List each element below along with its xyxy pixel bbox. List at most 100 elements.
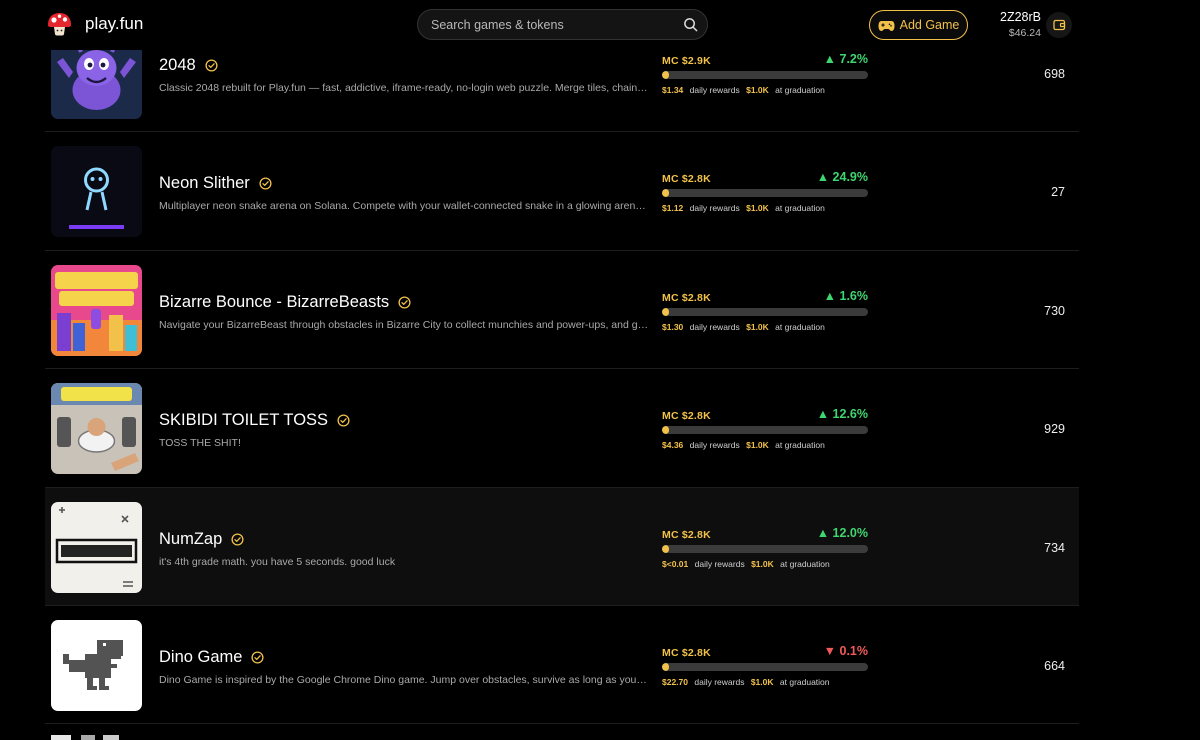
player-count: 929 — [1044, 422, 1065, 437]
game-title[interactable]: Dino Game — [159, 648, 242, 667]
gamepad-icon — [878, 20, 895, 31]
game-title[interactable]: Neon Slither — [159, 174, 250, 193]
graduation-value: $1.0K — [746, 85, 769, 95]
verified-badge-icon — [205, 59, 218, 72]
games-list: 2048 Classic 2048 rebuilt for Play.fun —… — [45, 14, 1079, 725]
graduation-label: at graduation — [780, 558, 830, 569]
graduation-progress-bar — [662, 662, 868, 671]
game-title[interactable]: Bizarre Bounce - BizarreBeasts — [159, 293, 389, 312]
progress-fill — [662, 307, 670, 316]
player-count: 730 — [1044, 303, 1065, 318]
game-thumbnail[interactable] — [51, 501, 142, 593]
verified-badge-icon — [231, 533, 244, 546]
verified-badge-icon — [337, 414, 350, 427]
game-title-group: SKIBIDI TOILET TOSS — [159, 411, 350, 430]
daily-rewards-value: $1.12 — [662, 203, 684, 214]
game-title-group: Dino Game — [159, 648, 264, 667]
game-description: Multiplayer neon snake arena on Solana. … — [159, 200, 649, 213]
game-thumbnail[interactable] — [51, 383, 142, 475]
graduation-value: $1.0K — [746, 440, 769, 451]
graduation-label: at graduation — [775, 440, 825, 451]
game-title[interactable]: SKIBIDI TOILET TOSS — [159, 411, 328, 430]
game-row[interactable]: NumZap it's 4th grade math. you have 5 s… — [45, 487, 1079, 606]
daily-rewards-label: daily rewards — [694, 676, 745, 687]
progress-fill — [662, 189, 670, 198]
mushroom-icon — [48, 13, 71, 36]
player-count: 698 — [1044, 67, 1065, 81]
game-thumbnail[interactable] — [51, 619, 142, 711]
market-cap: MC $2.9K — [662, 55, 711, 67]
wallet-info[interactable]: 2Z28rB $46.24 — [985, 10, 1041, 39]
graduation-label: at graduation — [775, 85, 825, 95]
game-title-group: 2048 — [159, 56, 218, 75]
game-row[interactable]: Dino Game Dino Game is inspired by the G… — [45, 606, 1079, 725]
rewards-info: $1.34 daily rewards $1.0K at graduation — [662, 85, 829, 95]
game-description: Dino Game is inspired by the Google Chro… — [159, 673, 649, 686]
game-title-group: NumZap — [159, 530, 244, 549]
graduation-progress-bar — [662, 189, 868, 198]
price-change: ▼ 0.1% — [823, 643, 868, 658]
player-count: 27 — [1051, 185, 1065, 200]
price-change: ▲ 12.6% — [816, 407, 868, 422]
graduation-value: $1.0K — [751, 558, 774, 569]
game-description: Navigate your BizarreBeast through obsta… — [159, 318, 649, 331]
logo-text: play.fun — [85, 14, 144, 33]
graduation-progress-bar — [662, 307, 868, 316]
player-count: 734 — [1044, 540, 1065, 555]
game-title[interactable]: 2048 — [159, 56, 196, 75]
game-row[interactable]: Bizarre Bounce - BizarreBeasts Navigate … — [45, 251, 1079, 370]
neon-robot-icon — [51, 146, 142, 238]
graduation-progress-bar — [662, 544, 868, 553]
wallet-address: 2Z28rB — [1000, 10, 1041, 24]
progress-fill — [662, 662, 670, 671]
numzap-logo-icon — [51, 501, 142, 593]
rewards-info: $22.70 daily rewards $1.0K at graduation — [662, 677, 834, 687]
progress-fill — [662, 544, 670, 553]
add-game-label: Add Game — [899, 18, 960, 32]
top-header: play.fun Add Game 2Z28rB $46.24 — [0, 0, 1200, 50]
dinosaur-icon — [51, 619, 142, 711]
game-thumbnail[interactable] — [51, 146, 142, 238]
graduation-progress-bar — [662, 71, 868, 79]
daily-rewards-value: $4.36 — [662, 440, 684, 451]
price-change: ▲ 1.6% — [823, 288, 868, 303]
daily-rewards-label: daily rewards — [689, 203, 740, 214]
search-input[interactable] — [431, 16, 671, 34]
graduation-value: $1.0K — [746, 203, 769, 214]
graduation-label: at graduation — [779, 676, 830, 687]
game-row[interactable]: SKIBIDI TOILET TOSS TOSS THE SHIT! MC $2… — [45, 369, 1079, 488]
search-bar[interactable] — [417, 9, 708, 40]
verified-badge-icon — [251, 651, 264, 664]
daily-rewards-value: $22.70 — [662, 676, 688, 687]
bizarre-bounce-logo-icon — [51, 264, 142, 356]
verified-badge-icon — [398, 296, 411, 309]
logo[interactable]: play.fun — [46, 12, 143, 36]
player-count: 664 — [1044, 658, 1065, 673]
game-title[interactable]: NumZap — [159, 530, 222, 549]
game-row[interactable]: Neon Slither Multiplayer neon snake aren… — [45, 132, 1079, 251]
add-game-button[interactable]: Add Game — [869, 10, 968, 40]
graduation-label: at graduation — [775, 203, 825, 214]
graduation-value: $1.0K — [750, 676, 774, 687]
market-cap: MC $2.8K — [662, 173, 711, 186]
daily-rewards-value: $<0.01 — [662, 558, 689, 569]
rewards-info: $4.36 daily rewards $1.0K at graduation — [662, 440, 829, 450]
daily-rewards-label: daily rewards — [689, 85, 740, 95]
verified-badge-icon — [259, 177, 272, 190]
market-cap: MC $2.8K — [662, 528, 711, 541]
search-icon[interactable] — [683, 17, 698, 32]
price-change: ▲ 24.9% — [816, 170, 868, 185]
rewards-info: $1.12 daily rewards $1.0K at graduation — [662, 203, 829, 213]
next-game-thumbnail-icon — [51, 735, 119, 740]
game-thumbnail[interactable] — [51, 264, 142, 356]
progress-fill — [662, 71, 670, 79]
price-change: ▲ 7.2% — [823, 52, 868, 66]
daily-rewards-value: $1.34 — [662, 85, 684, 95]
graduation-label: at graduation — [775, 321, 825, 332]
daily-rewards-label: daily rewards — [694, 558, 745, 569]
market-cap: MC $2.8K — [662, 291, 711, 304]
game-title-group: Bizarre Bounce - BizarreBeasts — [159, 293, 411, 312]
daily-rewards-label: daily rewards — [689, 440, 740, 451]
daily-rewards-label: daily rewards — [689, 321, 740, 332]
wallet-icon[interactable] — [1046, 12, 1072, 38]
